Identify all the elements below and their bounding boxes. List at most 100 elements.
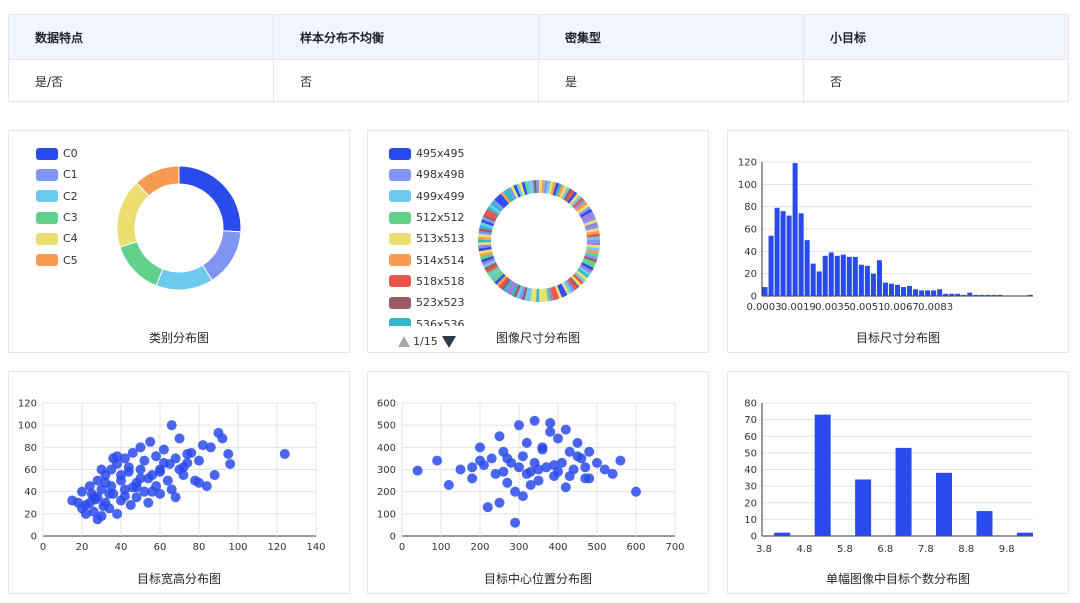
scatter-point xyxy=(155,466,165,477)
scatter-point xyxy=(143,497,154,508)
scatter-point xyxy=(279,448,290,459)
scatter-point xyxy=(525,480,536,491)
y-tick-label: 400 xyxy=(377,443,396,454)
scatter-point xyxy=(443,480,454,491)
pie-slice xyxy=(178,165,242,233)
scatter-point xyxy=(135,442,146,453)
scatter-point xyxy=(92,514,103,525)
y-tick-label: 200 xyxy=(377,487,396,498)
y-tick-label: 50 xyxy=(744,448,757,459)
x-tick-label: 300 xyxy=(509,542,528,553)
pie-slice xyxy=(155,264,213,291)
bar xyxy=(774,207,780,296)
table-row: 是/否 否 是 否 xyxy=(9,59,1068,103)
x-tick-label: 4.8 xyxy=(796,544,812,555)
y-tick-label: 60 xyxy=(744,432,757,443)
y-tick-label: 500 xyxy=(377,421,396,432)
y-tick-label: 600 xyxy=(377,399,396,410)
count-bar-chart: 0 10 20 30 40 50 60 70 80 3.8 4.8 5.8 6.8 7.8 8.8 9.8 xyxy=(744,399,1033,555)
y-tick-label: 100 xyxy=(18,421,37,432)
y-tick-label: 120 xyxy=(18,399,37,410)
y-tick-label: 20 xyxy=(24,509,37,520)
x-tick-label: 400 xyxy=(548,542,567,553)
bar xyxy=(949,293,955,296)
bar xyxy=(955,293,961,296)
scatter-point xyxy=(145,436,156,447)
y-tick-label: 0 xyxy=(390,532,396,543)
x-tick-label: 200 xyxy=(470,542,489,553)
x-tick-label: 60 xyxy=(154,542,167,553)
scatter-point xyxy=(494,497,505,508)
count-card: 0 10 20 30 40 50 60 70 80 3.8 4.8 5.8 6.8 7.8 8.8 9.8 单… xyxy=(727,371,1069,594)
scatter-point xyxy=(217,433,228,444)
bar xyxy=(907,285,913,296)
scatter-point xyxy=(139,455,150,466)
scatter-point xyxy=(98,501,109,512)
x-tick-label: 100 xyxy=(228,542,247,553)
scatter-point xyxy=(553,433,563,444)
scatter-point xyxy=(80,508,91,519)
scatter-point xyxy=(112,451,123,462)
scatter-point xyxy=(131,482,142,493)
scatter-point xyxy=(166,420,177,431)
bar xyxy=(1016,532,1033,536)
scatter-point xyxy=(572,451,583,462)
image-size-distribution-card: 495x495 498x498 499x499 512x512 513x513 514x5… xyxy=(367,130,709,353)
y-tick-label: 40 xyxy=(744,247,757,258)
scatter-point xyxy=(162,475,173,486)
x-tick-label: 20 xyxy=(76,542,89,553)
x-tick-label: 120 xyxy=(267,542,286,553)
table-header-cell: 小目标 xyxy=(830,30,867,45)
bar xyxy=(852,256,858,296)
data-characteristics-table: 数据特点 样本分布不均衡 密集型 小目标 是/否 否 是 否 xyxy=(8,14,1069,103)
scatter-point xyxy=(572,437,583,448)
scatter-point xyxy=(225,458,236,469)
x-tick-label: 0 xyxy=(399,542,405,553)
scatter-point xyxy=(475,442,485,453)
bar xyxy=(943,293,949,296)
scatter-point xyxy=(104,488,115,499)
scatter-point xyxy=(560,482,571,493)
x-tick-label: 3.8 xyxy=(756,544,772,555)
bar xyxy=(768,235,774,296)
x-tick-label: 0.0003 xyxy=(747,302,782,313)
y-tick-label: 0 xyxy=(751,292,757,303)
x-tick-label: 5.8 xyxy=(837,544,853,555)
scatter-point xyxy=(475,455,485,466)
table-cell: 否 xyxy=(274,60,539,103)
wh-scatter-card: 0 20 40 60 80 100 120 0 20 40 60 80 100 120 140 目标宽高分布… xyxy=(8,371,350,594)
scatter-point xyxy=(158,444,169,455)
scatter-point xyxy=(158,457,169,468)
x-tick-label: 0.0019 xyxy=(781,302,816,313)
y-tick-label: 40 xyxy=(744,465,757,476)
bar xyxy=(931,290,937,296)
bar xyxy=(864,265,870,296)
scatter-point xyxy=(194,477,204,488)
bar xyxy=(991,294,997,296)
chart-caption: 目标中心位置分布图 xyxy=(483,572,592,586)
scatter-point xyxy=(116,470,126,481)
y-tick-label: 80 xyxy=(744,202,757,213)
scatter-point xyxy=(564,471,575,482)
scatter-point xyxy=(502,477,513,488)
pie-slice xyxy=(586,239,600,243)
bar xyxy=(774,532,791,536)
x-tick-label: 500 xyxy=(587,542,606,553)
scatter-point xyxy=(502,453,513,464)
target-size-card: 0 20 40 60 80 100 120 0.0003 0.0019 0.0035 0.0051 0… xyxy=(727,130,1069,353)
y-tick-label: 300 xyxy=(377,465,396,476)
bar xyxy=(888,283,894,296)
scatter-point xyxy=(580,462,591,473)
y-tick-label: 120 xyxy=(738,158,757,169)
x-tick-label: 600 xyxy=(626,542,645,553)
bar xyxy=(973,294,979,296)
bar xyxy=(976,511,993,536)
scatter-point xyxy=(96,464,107,475)
pie-slice xyxy=(201,230,242,282)
x-tick-label: 140 xyxy=(306,542,325,553)
scatter-point xyxy=(584,473,595,484)
scatter-point xyxy=(615,455,626,466)
x-tick-label: 0.0051 xyxy=(849,302,884,313)
bar xyxy=(895,447,912,536)
bar xyxy=(780,211,786,296)
